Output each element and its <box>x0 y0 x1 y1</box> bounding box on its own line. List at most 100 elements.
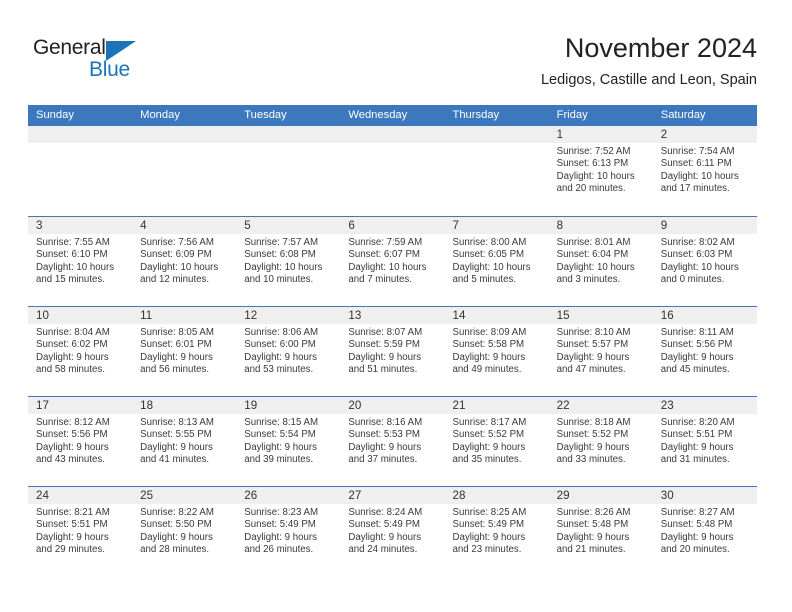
calendar-day-cell-empty[interactable] <box>340 126 445 215</box>
sunrise-text: Sunrise: 8:11 AM <box>660 327 734 338</box>
calendar-day-cell[interactable]: 12 Sunrise: 8:06 AM Sunset: 6:00 PM Dayligh… <box>236 307 341 396</box>
daylight-text: and 35 minutes. <box>452 454 522 466</box>
calendar-day-cell[interactable]: 23 Sunrise: 8:20 AM Sunset: 5:51 PM Dayligh… <box>652 397 757 486</box>
calendar-day-cell[interactable]: 3 Sunrise: 7:55 AM Sunset: 6:10 PM Daylight… <box>28 217 133 306</box>
sunset-text: Sunset: 6:04 PM <box>556 249 629 261</box>
sunset-text: Sunset: 5:51 PM <box>36 519 108 531</box>
calendar-day-cell-empty[interactable] <box>132 126 237 215</box>
day-number: 2 <box>660 128 668 141</box>
day-number: 13 <box>348 309 362 322</box>
calendar-day-cell[interactable]: 22 Sunrise: 8:18 AM Sunset: 5:52 PM Dayligh… <box>548 397 653 486</box>
day-number: 11 <box>140 309 153 322</box>
calendar-day-cell[interactable]: 1 Sunrise: 7:52 AM Sunset: 6:13 PM Daylight… <box>548 126 653 215</box>
calendar-day-cell[interactable]: 16 Sunrise: 8:11 AM Sunset: 5:56 PM Dayligh… <box>652 307 757 396</box>
calendar-day-cell-empty[interactable] <box>236 126 341 215</box>
daylight-text: Daylight: 9 hours <box>452 351 526 363</box>
daylight-text: and 33 minutes. <box>556 454 626 466</box>
sunrise-text: Sunrise: 7:55 AM <box>36 237 110 248</box>
calendar-day-cell-empty[interactable] <box>28 126 133 215</box>
calendar-day-cell[interactable]: 26 Sunrise: 8:23 AM Sunset: 5:49 PM Dayligh… <box>236 487 341 576</box>
sunrise-text: Sunrise: 8:23 AM <box>244 507 319 518</box>
calendar-day-cell[interactable]: 2 Sunrise: 7:54 AM Sunset: 6:11 PM Daylight… <box>652 126 757 215</box>
day-number-strip: 23 <box>652 397 757 414</box>
daylight-text: and 37 minutes. <box>348 454 418 466</box>
daylight-text: and 56 minutes. <box>140 364 210 376</box>
calendar-day-cell[interactable]: 17 Sunrise: 8:12 AM Sunset: 5:56 PM Dayligh… <box>28 397 133 486</box>
calendar-day-cell-empty[interactable] <box>444 126 549 215</box>
day-number-strip: 19 <box>236 397 341 414</box>
calendar-day-cell[interactable]: 21 Sunrise: 8:17 AM Sunset: 5:52 PM Dayligh… <box>444 397 549 486</box>
daylight-text: Daylight: 9 hours <box>140 351 213 363</box>
calendar-day-cell[interactable]: 29 Sunrise: 8:26 AM Sunset: 5:48 PM Dayligh… <box>548 487 653 576</box>
day-number-strip: 20 <box>340 397 445 414</box>
sunset-text: Sunset: 5:58 PM <box>452 339 525 351</box>
calendar-day-cell[interactable]: 6 Sunrise: 7:59 AM Sunset: 6:07 PM Daylight… <box>340 217 445 306</box>
calendar-day-cell[interactable]: 27 Sunrise: 8:24 AM Sunset: 5:49 PM Dayligh… <box>340 487 445 576</box>
calendar-day-cell[interactable]: 9 Sunrise: 8:02 AM Sunset: 6:03 PM Daylight… <box>652 217 757 306</box>
daylight-text: and 24 minutes. <box>348 544 418 556</box>
daylight-text: and 20 minutes. <box>556 183 626 195</box>
sunrise-text: Sunrise: 7:59 AM <box>348 237 423 248</box>
day-number: 28 <box>452 489 466 502</box>
calendar-day-cell[interactable]: 30 Sunrise: 8:27 AM Sunset: 5:48 PM Dayligh… <box>652 487 757 576</box>
sunset-text: Sunset: 5:57 PM <box>556 339 629 351</box>
calendar-day-cell[interactable]: 8 Sunrise: 8:01 AM Sunset: 6:04 PM Daylight… <box>548 217 653 306</box>
calendar-day-cell[interactable]: 15 Sunrise: 8:10 AM Sunset: 5:57 PM Dayligh… <box>548 307 653 396</box>
day-sun-info: Sunrise: 8:18 AM Sunset: 5:52 PM Daylight:… <box>549 414 653 467</box>
calendar-day-cell[interactable]: 5 Sunrise: 7:57 AM Sunset: 6:08 PM Daylight… <box>236 217 341 306</box>
day-sun-info: Sunrise: 8:12 AM Sunset: 5:56 PM Daylight:… <box>28 414 132 467</box>
sunrise-text: Sunrise: 7:52 AM <box>556 146 631 157</box>
sunset-text: Sunset: 6:09 PM <box>140 249 212 261</box>
calendar-day-cell[interactable]: 11 Sunrise: 8:05 AM Sunset: 6:01 PM Dayligh… <box>132 307 237 396</box>
calendar-day-cell[interactable]: 28 Sunrise: 8:25 AM Sunset: 5:49 PM Dayligh… <box>444 487 549 576</box>
daylight-text: Daylight: 10 hours <box>244 261 323 273</box>
day-number: 29 <box>556 489 570 502</box>
daylight-text: Daylight: 9 hours <box>348 351 422 363</box>
day-number: 8 <box>556 219 564 232</box>
calendar-week-row: 24 Sunrise: 8:21 AM Sunset: 5:51 PM Dayligh… <box>28 486 757 576</box>
sunset-text: Sunset: 5:51 PM <box>660 429 733 441</box>
calendar-day-cell[interactable]: 19 Sunrise: 8:15 AM Sunset: 5:54 PM Dayligh… <box>236 397 341 486</box>
calendar-day-cell[interactable]: 24 Sunrise: 8:21 AM Sunset: 5:51 PM Dayligh… <box>28 487 133 576</box>
day-of-week-header: Sunday <box>36 109 74 121</box>
calendar-day-cell[interactable]: 20 Sunrise: 8:16 AM Sunset: 5:53 PM Dayligh… <box>340 397 445 486</box>
calendar-day-cell[interactable]: 4 Sunrise: 7:56 AM Sunset: 6:09 PM Daylight… <box>132 217 237 306</box>
daylight-text: Daylight: 9 hours <box>452 441 526 453</box>
calendar-day-cell[interactable]: 13 Sunrise: 8:07 AM Sunset: 5:59 PM Dayligh… <box>340 307 445 396</box>
daylight-text: Daylight: 10 hours <box>36 261 115 273</box>
sunset-text: Sunset: 6:03 PM <box>660 249 733 261</box>
daylight-text: Daylight: 9 hours <box>660 351 734 363</box>
title-block: November 2024 Ledigos, Castille and Leon… <box>541 32 757 90</box>
calendar-day-cell[interactable]: 25 Sunrise: 8:22 AM Sunset: 5:50 PM Dayligh… <box>132 487 237 576</box>
day-number: 17 <box>36 399 49 412</box>
sunrise-text: Sunrise: 8:17 AM <box>452 417 527 428</box>
daylight-text: and 51 minutes. <box>348 364 418 376</box>
day-number-strip: 25 <box>132 487 237 504</box>
daylight-text: and 0 minutes. <box>660 274 725 286</box>
calendar-day-cell[interactable]: 18 Sunrise: 8:13 AM Sunset: 5:55 PM Dayligh… <box>132 397 237 486</box>
sunset-text: Sunset: 6:13 PM <box>556 158 629 170</box>
day-of-week-header: Monday <box>140 109 180 121</box>
calendar-page: General Blue November 2024 Ledigos, Cast… <box>0 0 792 612</box>
day-number-strip: 14 <box>444 307 549 324</box>
sunset-text: Sunset: 5:52 PM <box>556 429 629 441</box>
calendar-day-cell[interactable]: 7 Sunrise: 8:00 AM Sunset: 6:05 PM Daylight… <box>444 217 549 306</box>
day-sun-info: Sunrise: 8:15 AM Sunset: 5:54 PM Daylight:… <box>236 414 340 467</box>
sunrise-text: Sunrise: 8:20 AM <box>660 417 735 428</box>
day-number-strip: 15 <box>548 307 653 324</box>
daylight-text: and 10 minutes. <box>244 274 314 286</box>
sunset-text: Sunset: 5:54 PM <box>244 429 316 441</box>
day-number: 16 <box>660 309 674 322</box>
daylight-text: Daylight: 9 hours <box>660 531 734 543</box>
day-sun-info: Sunrise: 8:22 AM Sunset: 5:50 PM Daylight:… <box>132 504 236 557</box>
calendar-day-cell[interactable]: 14 Sunrise: 8:09 AM Sunset: 5:58 PM Dayligh… <box>444 307 549 396</box>
sunset-text: Sunset: 5:56 PM <box>36 429 108 441</box>
daylight-text: Daylight: 9 hours <box>452 531 526 543</box>
calendar-day-cell[interactable]: 10 Sunrise: 8:04 AM Sunset: 6:02 PM Dayligh… <box>28 307 133 396</box>
sunset-text: Sunset: 5:49 PM <box>244 519 316 531</box>
calendar-week-row: 10 Sunrise: 8:04 AM Sunset: 6:02 PM Dayligh… <box>28 306 757 396</box>
day-number: 19 <box>244 399 258 412</box>
sunrise-text: Sunrise: 8:13 AM <box>140 417 214 428</box>
daylight-text: Daylight: 10 hours <box>348 261 427 273</box>
day-number: 21 <box>452 399 466 412</box>
